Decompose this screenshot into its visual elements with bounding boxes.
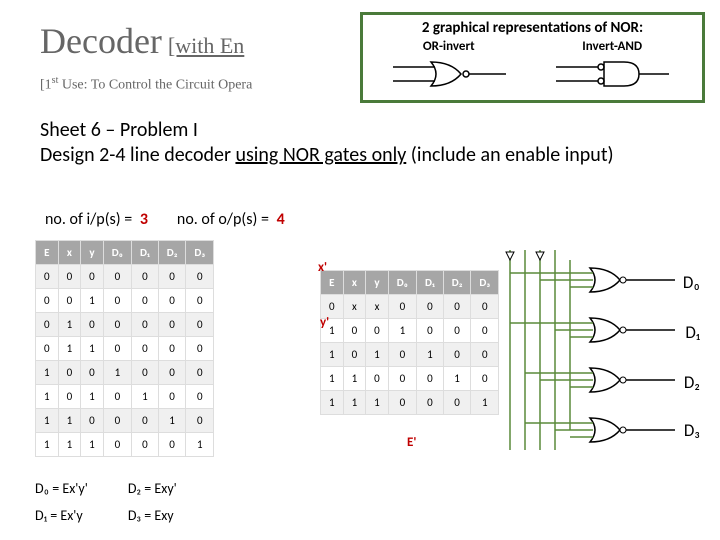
io-counts: no. of i/p(s) = 3 no. of o/p(s) = 4 [45,210,285,229]
th: D₂ [443,271,471,295]
truth-table-full: E x y D₀ D₁ D₂ D₃ 0000000 0010000 010000… [35,240,214,457]
th: D₂ [158,241,186,265]
th: x [343,271,366,295]
subtitle: [1st Use: To Control the Circuit Opera [40,75,252,94]
signal-e-prime: E' [407,435,416,450]
output-d1-label: D₁ [685,322,700,343]
or-invert-label: OR-invert [423,39,475,54]
ip-count-label: no. of i/p(s) = [45,210,132,229]
output-d3-label: D₃ [684,420,700,441]
output-d0-label: D₀ [683,272,700,293]
th: y [81,241,104,265]
design-underline: using NOR gates only [235,143,406,167]
subtitle-prefix: [1 [40,78,52,93]
th: D₃ [186,241,214,265]
ip-count-value: 3 [140,210,148,229]
invert-and-label: Invert-AND [582,39,642,54]
nor-box-title: 2 graphical representations of NOR: [369,19,696,37]
th: y [366,271,389,295]
sheet-label: Sheet 6 – Problem I [40,118,198,142]
th: D₀ [388,271,416,295]
op-count-label: no. of o/p(s) = [177,210,269,229]
eq-d3: D₃ = Exy [128,507,177,524]
eq-d0: D₀ = Ex'y' [35,480,88,497]
th: D₁ [417,271,444,295]
th: x [58,241,81,265]
output-d2-label: D₂ [684,372,700,393]
page-title-sub: [with En [168,33,244,59]
eq-d1: D₁ = Ex'y [35,507,88,524]
page-title: Decoder [40,20,162,62]
truth-table-condensed: E x y D₀ D₁ D₂ D₃ 0xx0000 1001000 101010… [320,270,499,415]
or-invert-gate-icon [391,56,511,92]
invert-and-gate-icon [554,56,674,92]
th: D₀ [103,241,131,265]
design-statement: Design 2-4 line decoder using NOR gates … [40,144,690,167]
output-equations: D₀ = Ex'y' D₂ = Exy' D₁ = Ex'y D₃ = Exy [35,480,177,524]
nor-reference-box: 2 graphical representations of NOR: OR-i… [360,12,705,103]
signal-x-prime: x' [318,260,327,275]
th: E [36,241,59,265]
eq-d2: D₂ = Exy' [128,480,177,497]
th: D₁ [132,241,159,265]
design-post: (include an enable input) [406,143,613,167]
signal-y-prime: y' [320,315,329,330]
subtitle-rest: Use: To Control the Circuit Opera [58,78,252,93]
design-pre: Design 2-4 line decoder [40,143,235,167]
op-count-value: 4 [277,210,285,229]
decoder-circuit-diagram [490,250,680,450]
